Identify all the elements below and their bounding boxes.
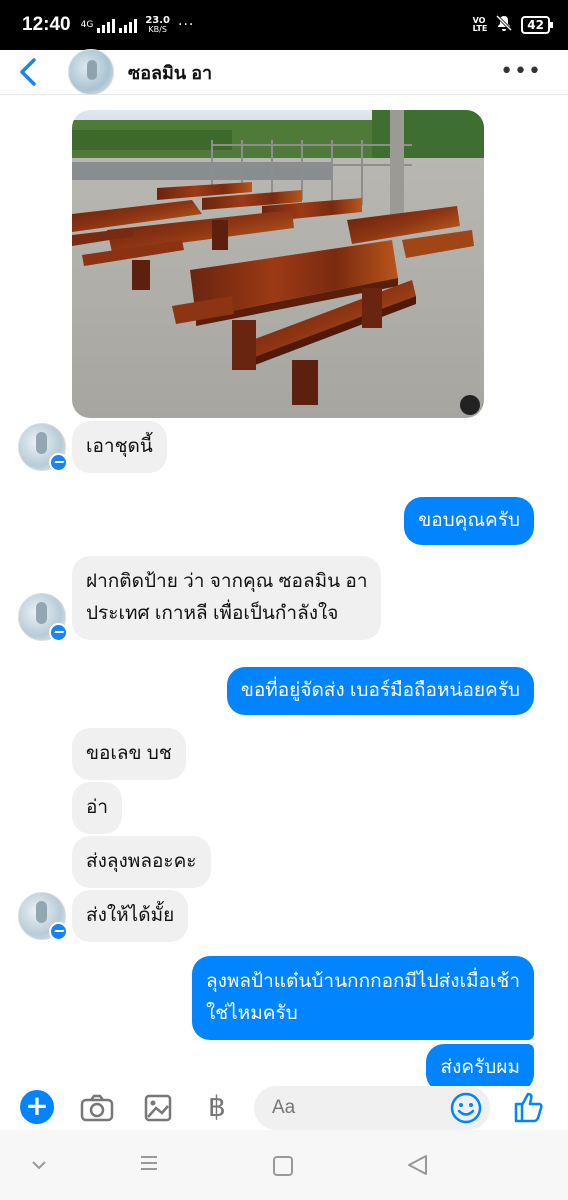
status-time: 12:40 bbox=[22, 14, 71, 35]
network-type: 4G bbox=[80, 19, 94, 30]
message-incoming[interactable]: ส่งลุงพลอะคะ bbox=[72, 836, 211, 888]
back-arrow-icon[interactable] bbox=[6, 50, 50, 94]
emoji-icon[interactable] bbox=[450, 1092, 482, 1124]
baht-icon[interactable]: ฿ bbox=[208, 1090, 226, 1123]
nav-back-triangle-icon[interactable] bbox=[406, 1154, 428, 1180]
contact-avatar-small[interactable] bbox=[18, 593, 68, 642]
message-composer: + ฿ bbox=[0, 1086, 568, 1130]
message-incoming[interactable]: อ่า bbox=[72, 782, 123, 834]
message-incoming[interactable]: ฝากติดป้าย ว่า จากคุณ ซอลมิน อา ประเทศ เ… bbox=[72, 556, 382, 640]
messenger-icon bbox=[49, 623, 68, 642]
contact-avatar-small[interactable] bbox=[18, 423, 68, 472]
contact-avatar-small[interactable] bbox=[18, 892, 68, 941]
nav-recent-icon[interactable] bbox=[140, 1154, 158, 1176]
message-list[interactable]: เอาชุดนี้ ขอบคุณครับ ฝากติดป้าย ว่า จากค… bbox=[0, 96, 568, 1086]
more-icon[interactable]: ••• bbox=[500, 61, 542, 83]
gallery-icon[interactable] bbox=[144, 1094, 172, 1126]
battery-icon: 42 bbox=[521, 16, 553, 34]
contact-name[interactable]: ซอลมิน อา bbox=[128, 58, 212, 87]
messenger-icon bbox=[49, 922, 68, 941]
message-incoming[interactable]: ส่งให้ได้มั้ย bbox=[72, 890, 189, 942]
mute-icon bbox=[495, 14, 513, 36]
signal-icon bbox=[97, 17, 116, 33]
more-notifications-icon: ··· bbox=[178, 17, 195, 33]
message-outgoing[interactable]: ขอบคุณครับ bbox=[404, 497, 534, 545]
message-outgoing[interactable]: ขอที่อยู่จัดส่ง เบอร์มือถือหน่อยครับ bbox=[226, 667, 534, 715]
message-input[interactable] bbox=[254, 1086, 434, 1130]
nav-back-icon[interactable] bbox=[32, 1155, 46, 1174]
nav-home-icon[interactable] bbox=[273, 1156, 293, 1176]
speed-value: 23.0 bbox=[145, 15, 170, 26]
message-outgoing[interactable]: ลุงพลป้าแต๋นบ้านกกกอกมีไปส่งเมื่อเช้า ใช… bbox=[191, 956, 534, 1040]
network-speed: 23.0 KB/S bbox=[145, 15, 170, 35]
message-outgoing[interactable]: ส่งครับผม bbox=[426, 1044, 534, 1086]
shared-photo-wooden-tables[interactable] bbox=[72, 110, 484, 418]
thumbs-up-icon[interactable] bbox=[512, 1090, 546, 1128]
status-bar: 12:40 4G 23.0 KB/S ··· VO LTE 42 bbox=[0, 0, 568, 50]
volte-icon: VO LTE bbox=[473, 17, 488, 33]
camera-icon[interactable] bbox=[80, 1094, 114, 1126]
contact-avatar[interactable] bbox=[68, 49, 114, 95]
signal-icon-2 bbox=[119, 17, 138, 33]
message-line: ประเทศ เกาหลี เพื่อเป็นกำลังใจ bbox=[86, 603, 339, 624]
message-line: ฝากติดป้าย ว่า จากคุณ ซอลมิน อา bbox=[86, 571, 368, 592]
conversation-header: ซอลมิน อา ••• bbox=[0, 49, 568, 95]
system-nav-bar bbox=[0, 1130, 568, 1200]
speed-unit: KB/S bbox=[148, 25, 167, 34]
messenger-icon bbox=[49, 453, 68, 472]
plus-icon[interactable]: + bbox=[20, 1090, 54, 1124]
message-line: ใช่ไหมครับ bbox=[205, 1003, 298, 1024]
message-incoming[interactable]: ขอเลข บช bbox=[72, 728, 186, 780]
volte-bottom: LTE bbox=[472, 24, 488, 33]
message-incoming[interactable]: เอาชุดนี้ bbox=[72, 421, 167, 473]
message-line: ลุงพลป้าแต๋นบ้านกกกอกมีไปส่งเมื่อเช้า bbox=[205, 971, 520, 992]
